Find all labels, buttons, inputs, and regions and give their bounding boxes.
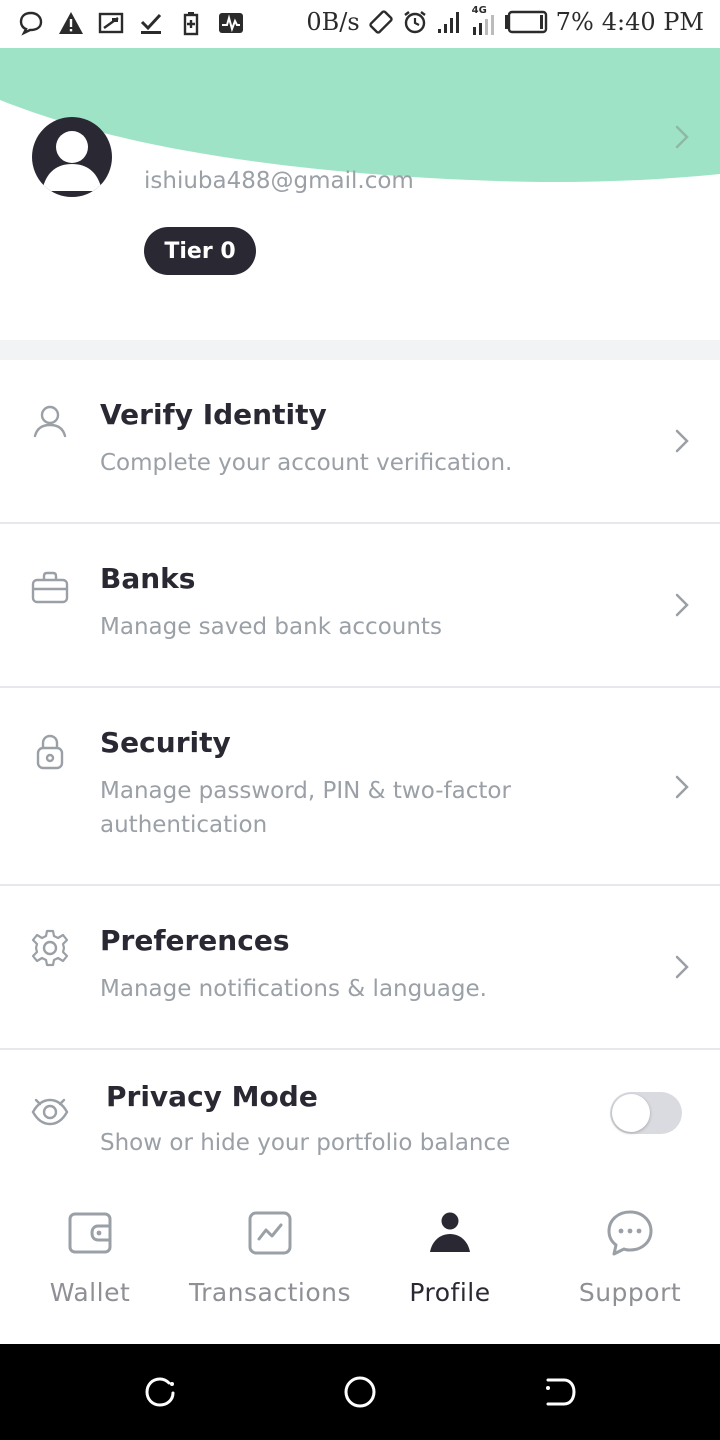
nav-label: Wallet xyxy=(49,1278,131,1307)
header-wave-background xyxy=(0,48,720,182)
warning-icon xyxy=(59,12,83,34)
menu-item-privacy-mode[interactable]: Privacy Mode Show or hide your portfolio… xyxy=(0,1050,720,1163)
chevron-right-icon[interactable] xyxy=(674,124,690,150)
chevron-right-icon xyxy=(675,775,689,799)
menu-item-title: Banks xyxy=(100,562,196,595)
nav-transactions[interactable]: Transactions xyxy=(180,1163,360,1344)
menu-item-title: Preferences xyxy=(100,924,290,957)
menu-item-subtitle: Manage saved bank accounts xyxy=(100,614,442,640)
nav-profile[interactable]: Profile xyxy=(360,1163,540,1344)
status-bar-notification-icons xyxy=(18,10,244,36)
system-navigation-bar xyxy=(0,1344,720,1440)
menu-item-title: Privacy Mode xyxy=(106,1080,318,1113)
menu-item-banks[interactable]: Banks Manage saved bank accounts xyxy=(0,524,720,688)
menu-item-security[interactable]: Security Manage password, PIN & two-fact… xyxy=(0,688,720,886)
menu-item-title: Verify Identity xyxy=(100,398,327,431)
menu-item-subtitle: Manage password, PIN & two-factor authen… xyxy=(100,778,511,838)
clock: 4:40 PM xyxy=(601,8,704,36)
status-bar-system-icons: 0B/s 4G 7% 4:40 PM xyxy=(306,5,704,36)
chat-icon xyxy=(607,1210,653,1256)
chevron-right-icon xyxy=(675,429,689,453)
briefcase-icon xyxy=(31,571,69,604)
menu-item-subtitle: Manage notifications & language. xyxy=(100,976,487,1002)
section-divider xyxy=(0,340,720,360)
mobile-data-indicator: 4G xyxy=(470,5,496,35)
toggle-knob xyxy=(612,1094,650,1132)
back-icon[interactable] xyxy=(542,1374,578,1410)
rotate-icon xyxy=(368,10,393,34)
lock-icon xyxy=(36,734,64,770)
nav-wallet[interactable]: Wallet xyxy=(0,1163,180,1344)
gear-icon xyxy=(31,929,69,967)
wallet-icon xyxy=(68,1212,112,1254)
chat-bubble-icon xyxy=(19,11,43,36)
privacy-mode-toggle[interactable] xyxy=(610,1092,682,1134)
profile-email: ishiuba488@gmail.com xyxy=(144,168,414,194)
signal-bars-icon xyxy=(472,15,494,35)
user-silhouette-icon xyxy=(42,131,102,191)
profile-icon xyxy=(430,1212,470,1252)
chevron-right-icon xyxy=(675,955,689,979)
tier-badge: Tier 0 xyxy=(144,227,256,275)
alarm-icon xyxy=(403,11,426,34)
eye-icon xyxy=(31,1098,69,1126)
recent-apps-icon[interactable] xyxy=(142,1374,178,1410)
battery-icon xyxy=(504,10,547,34)
pulse-icon xyxy=(219,13,243,33)
chevron-right-icon xyxy=(675,593,689,617)
person-icon xyxy=(33,405,67,438)
menu-item-subtitle: Show or hide your portfolio balance xyxy=(100,1130,511,1156)
download-done-icon xyxy=(140,13,162,34)
battery-saver-icon xyxy=(183,12,199,36)
signal-icon xyxy=(437,12,459,33)
nav-label: Profile xyxy=(409,1278,491,1307)
profile-header[interactable]: ishiuba488@gmail.com Tier 0 xyxy=(0,48,720,340)
battery-percent: 7% xyxy=(555,8,594,36)
menu-item-subtitle: Complete your account verification. xyxy=(100,450,513,476)
avatar xyxy=(32,117,112,197)
network-speed: 0B/s xyxy=(306,8,360,36)
chart-icon xyxy=(248,1211,292,1255)
menu-item-title: Security xyxy=(100,726,231,759)
status-bar: 0B/s 4G 7% 4:40 PM xyxy=(0,0,720,48)
settings-menu: Verify Identity Complete your account ve… xyxy=(0,360,720,1163)
menu-item-verify-identity[interactable]: Verify Identity Complete your account ve… xyxy=(0,360,720,524)
bottom-navigation: Wallet Transactions Profile Support xyxy=(0,1163,720,1344)
screen-icon xyxy=(98,12,124,34)
home-icon[interactable] xyxy=(342,1374,378,1410)
nav-support[interactable]: Support xyxy=(540,1163,720,1344)
nav-label: Support xyxy=(578,1278,682,1307)
nav-label: Transactions xyxy=(188,1278,352,1307)
menu-item-preferences[interactable]: Preferences Manage notifications & langu… xyxy=(0,886,720,1050)
